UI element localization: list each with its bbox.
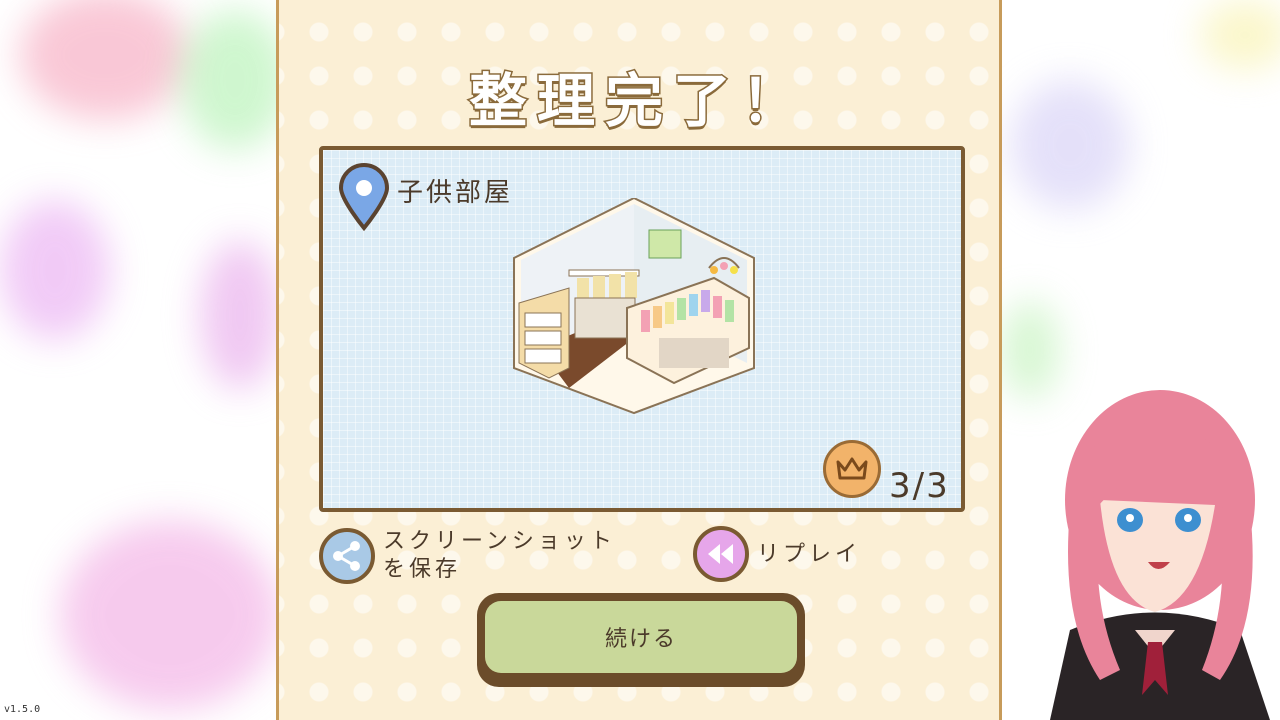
save-screenshot-label[interactable]: スクリーンショット を保存 bbox=[383, 528, 616, 584]
continue-label: 続ける bbox=[485, 601, 797, 673]
save-screenshot-label-line1: スクリーンショット bbox=[383, 529, 616, 554]
share-button[interactable] bbox=[319, 528, 375, 584]
continue-button[interactable]: 続ける bbox=[477, 593, 805, 687]
room-name: 子供部屋 bbox=[397, 178, 514, 208]
bokeh-decoration bbox=[200, 240, 280, 390]
crown-badge bbox=[823, 440, 881, 498]
bokeh-decoration bbox=[0, 200, 110, 340]
score-count: 3/3 bbox=[889, 466, 950, 506]
streamer-avatar bbox=[1050, 390, 1270, 720]
rewind-icon bbox=[708, 544, 733, 564]
page-title: 整理完了！ bbox=[467, 66, 809, 137]
result-panel: 整理完了！ 子供部屋 3/3 スクリーンショット を保存 リプレイ 続ける bbox=[276, 0, 1002, 720]
crown-icon bbox=[836, 457, 868, 480]
replay-label[interactable]: リプレイ bbox=[757, 541, 861, 569]
bokeh-decoration bbox=[180, 10, 290, 150]
bokeh-decoration bbox=[1010, 80, 1130, 210]
bokeh-decoration bbox=[1200, 0, 1280, 70]
room-preview: 子供部屋 3/3 bbox=[319, 146, 965, 512]
bokeh-decoration bbox=[60, 520, 280, 710]
room-illustration bbox=[513, 198, 755, 415]
bokeh-decoration bbox=[20, 0, 190, 120]
version-label: v1.5.0 bbox=[4, 704, 41, 715]
replay-button[interactable] bbox=[693, 526, 749, 582]
share-icon bbox=[333, 541, 360, 571]
map-pin-icon bbox=[338, 163, 390, 232]
save-screenshot-label-line2: を保存 bbox=[383, 557, 462, 582]
